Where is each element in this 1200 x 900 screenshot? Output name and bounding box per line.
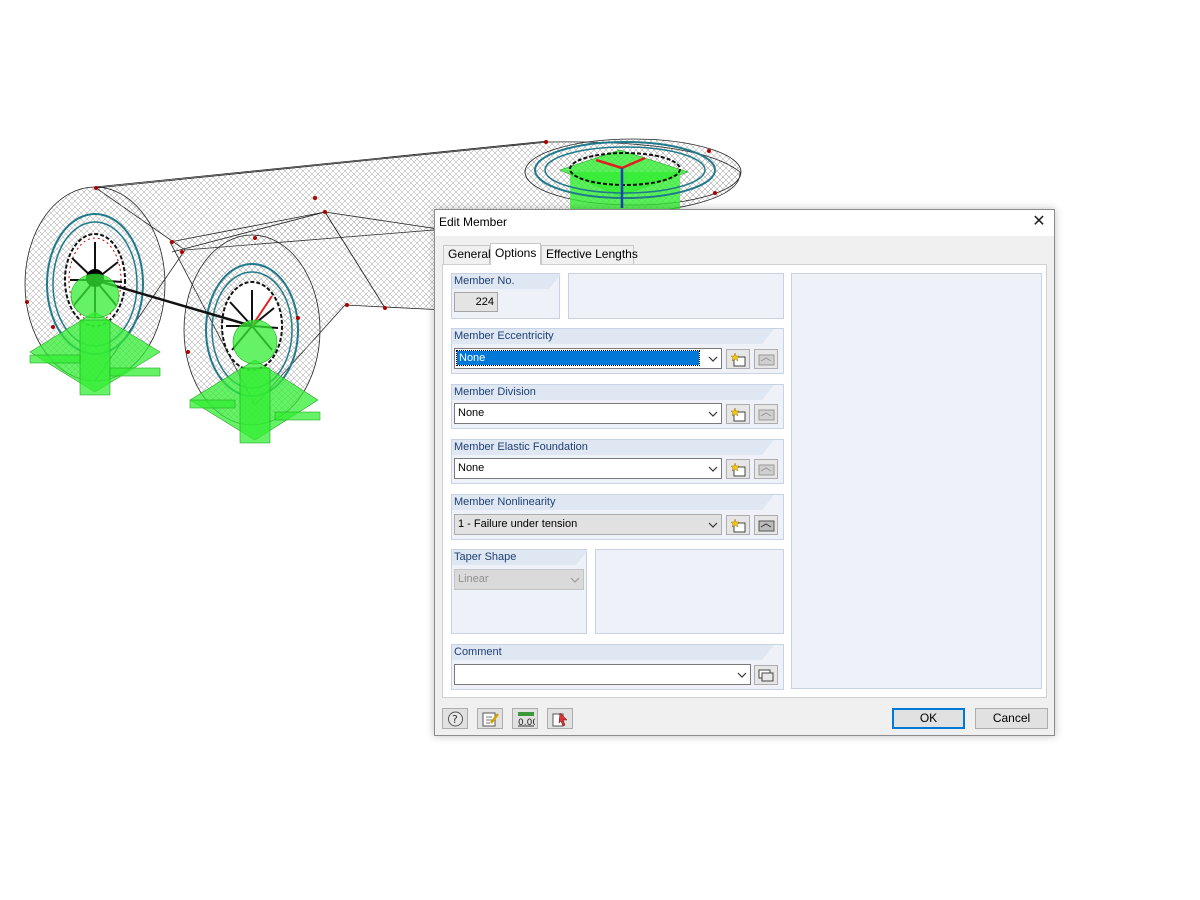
edit-item-icon bbox=[758, 520, 775, 532]
chevron-down-icon bbox=[570, 577, 580, 583]
dialog-titlebar[interactable]: Edit Member ✕ bbox=[435, 210, 1054, 236]
tab-general[interactable]: General bbox=[443, 245, 491, 264]
cancel-button[interactable]: Cancel bbox=[975, 708, 1048, 729]
selection-button[interactable] bbox=[547, 708, 573, 729]
numeric-display-button[interactable]: 0.00 bbox=[512, 708, 538, 729]
comment-library-button[interactable] bbox=[754, 665, 778, 685]
nonlinearity-select[interactable]: 1 - Failure under tension bbox=[454, 514, 722, 535]
edit-member-dialog: Edit Member ✕ General Options Effective … bbox=[434, 209, 1055, 736]
eccentricity-select[interactable]: None bbox=[454, 348, 722, 369]
member-no-group: Member No. 224 bbox=[451, 273, 561, 319]
new-elastic-foundation-button[interactable] bbox=[726, 459, 750, 479]
edit-division-button[interactable] bbox=[754, 404, 778, 424]
division-value: None bbox=[458, 407, 485, 419]
taper-shape-select: Linear bbox=[454, 569, 584, 590]
division-select[interactable]: None bbox=[454, 403, 722, 424]
edit-elastic-foundation-button[interactable] bbox=[754, 459, 778, 479]
nonlinearity-value: 1 - Failure under tension bbox=[458, 518, 578, 530]
elastic-foundation-value: None bbox=[458, 462, 485, 474]
options-tab-panel: Member No. 224 Member Eccentricity None … bbox=[442, 264, 1047, 698]
taper-shape-group: Taper Shape Linear bbox=[451, 549, 588, 634]
chevron-down-icon bbox=[708, 411, 718, 417]
taper-shape-value: Linear bbox=[458, 573, 489, 585]
division-group: Member Division None bbox=[451, 384, 784, 429]
comment-label: Comment bbox=[452, 645, 774, 660]
taper-shape-label: Taper Shape bbox=[452, 550, 588, 565]
new-item-icon bbox=[730, 462, 746, 477]
tab-options[interactable]: Options bbox=[490, 243, 541, 265]
comment-library-icon bbox=[758, 669, 774, 682]
edit-item-icon bbox=[758, 409, 775, 421]
eccentricity-label: Member Eccentricity bbox=[452, 329, 774, 344]
chevron-down-icon bbox=[737, 672, 747, 678]
edit-item-icon bbox=[758, 354, 775, 366]
edit-icon bbox=[482, 712, 499, 727]
edit-button[interactable] bbox=[477, 708, 503, 729]
elastic-foundation-label: Member Elastic Foundation bbox=[452, 440, 774, 455]
member-no-label: Member No. bbox=[452, 274, 561, 289]
preview-pane bbox=[791, 273, 1042, 689]
chevron-down-icon bbox=[708, 356, 718, 362]
edit-nonlinearity-button[interactable] bbox=[754, 515, 778, 535]
comment-input[interactable] bbox=[454, 664, 751, 685]
new-item-icon bbox=[730, 407, 746, 422]
numeric-display-icon: 0.00 bbox=[518, 712, 535, 727]
selection-icon bbox=[552, 712, 568, 727]
nonlinearity-group: Member Nonlinearity 1 - Failure under te… bbox=[451, 494, 784, 540]
comment-group: Comment bbox=[451, 644, 784, 690]
new-division-button[interactable] bbox=[726, 404, 750, 424]
new-eccentricity-button[interactable] bbox=[726, 349, 750, 369]
edit-item-icon bbox=[758, 464, 775, 476]
new-item-icon bbox=[730, 518, 746, 533]
eccentricity-group: Member Eccentricity None bbox=[451, 328, 784, 374]
elastic-foundation-group: Member Elastic Foundation None bbox=[451, 439, 784, 484]
new-item-icon bbox=[730, 352, 746, 367]
help-button[interactable]: ? bbox=[442, 708, 468, 729]
nonlinearity-label: Member Nonlinearity bbox=[452, 495, 774, 510]
eccentricity-value: None bbox=[456, 350, 700, 366]
chevron-down-icon bbox=[708, 522, 718, 528]
new-nonlinearity-button[interactable] bbox=[726, 515, 750, 535]
edit-eccentricity-button[interactable] bbox=[754, 349, 778, 369]
taper-preview-box bbox=[595, 549, 784, 634]
elastic-foundation-select[interactable]: None bbox=[454, 458, 722, 479]
help-icon: ? bbox=[448, 711, 463, 727]
member-info-box bbox=[568, 273, 784, 319]
ok-button[interactable]: OK bbox=[892, 708, 965, 729]
svg-text:?: ? bbox=[452, 713, 458, 726]
dialog-title: Edit Member bbox=[439, 215, 508, 229]
chevron-down-icon bbox=[708, 466, 718, 472]
tab-effective-lengths[interactable]: Effective Lengths bbox=[541, 245, 638, 264]
division-label: Member Division bbox=[452, 385, 774, 400]
member-no-field[interactable]: 224 bbox=[454, 292, 498, 312]
close-icon[interactable]: ✕ bbox=[1030, 213, 1048, 231]
